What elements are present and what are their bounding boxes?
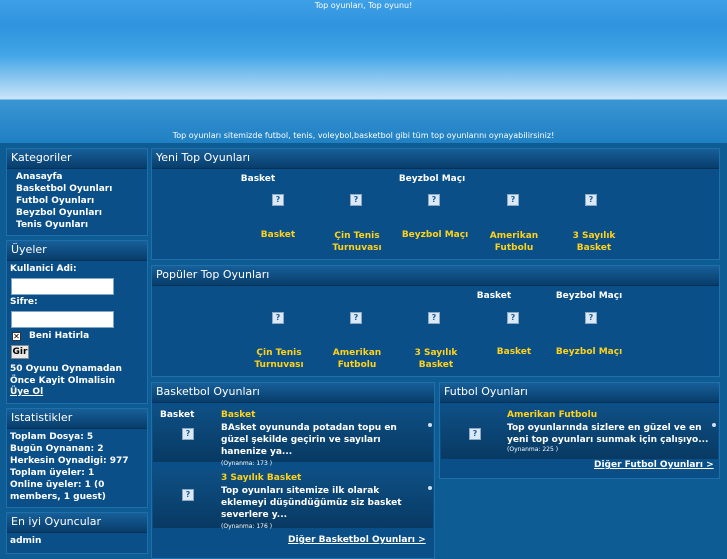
popular-game-top-label: Basket bbox=[476, 291, 512, 301]
username-input[interactable] bbox=[11, 278, 114, 295]
popular-game-top-label: Beyzbol Maçı bbox=[555, 291, 623, 301]
category-link-baseball[interactable]: Beyzbol Oyunları bbox=[16, 208, 102, 218]
game-description: Top oyunlarında sizlere en güzel ve en y… bbox=[507, 423, 709, 445]
categories-panel: Kategoriler Anasayfa Basketbol Oyunları … bbox=[6, 148, 148, 236]
basketball-games-panel: Basketbol Oyunları Basket ? Basket BAske… bbox=[151, 382, 435, 559]
category-link-football[interactable]: Futbol Oyunları bbox=[16, 196, 94, 206]
best-players-panel: En iyi Oyuncular admin bbox=[6, 512, 148, 554]
category-link-tennis[interactable]: Tenis Oyunları bbox=[16, 220, 88, 230]
new-game-top-label: Basket bbox=[240, 174, 276, 184]
remember-label: Beni Hatirla bbox=[29, 331, 90, 341]
new-game-link[interactable]: 3 Sayılık Basket bbox=[562, 230, 626, 254]
login-button[interactable]: Gir bbox=[11, 345, 29, 359]
password-input[interactable] bbox=[11, 311, 114, 328]
list-marker-icon bbox=[712, 423, 716, 427]
category-link-home[interactable]: Anasayfa bbox=[16, 172, 62, 182]
register-notice: 50 Oyunu Oynamadan Önce Kayit Olmalisin bbox=[10, 364, 122, 386]
play-count: (Oynanma: 176 ) bbox=[221, 523, 273, 530]
password-label: Sifre: bbox=[10, 297, 38, 307]
stat-total-members: Toplam üyeler: 1 bbox=[10, 468, 95, 478]
new-games-title: Yeni Top Oyunları bbox=[152, 149, 719, 169]
popular-game-link[interactable]: 3 Sayılık Basket bbox=[404, 347, 468, 371]
game-thumbnail-icon[interactable]: ? bbox=[272, 312, 284, 324]
game-title-link[interactable]: 3 Sayılık Basket bbox=[221, 473, 301, 483]
game-description: Top oyunları sitemize ilk olarak eklemey… bbox=[221, 486, 402, 520]
stats-panel: Istatistikler Toplam Dosya: 5 Bugün Oyna… bbox=[6, 408, 148, 508]
football-games-panel: Futbol Oyunları ? Amerikan Futbolu Top o… bbox=[439, 382, 720, 479]
popular-games-panel: Popüler Top Oyunları Basket Beyzbol Maçı… bbox=[151, 265, 720, 377]
play-count: (Oynanma: 225 ) bbox=[507, 446, 559, 453]
game-thumbnail-icon[interactable]: ? bbox=[272, 194, 284, 206]
stats-title: Istatistikler bbox=[7, 409, 147, 429]
popular-games-title: Popüler Top Oyunları bbox=[152, 266, 719, 286]
members-panel: Üyeler Kullanici Adi: Sifre: ✕ Beni Hati… bbox=[6, 240, 148, 404]
game-thumbnail-icon[interactable]: ? bbox=[428, 312, 440, 324]
game-description: BAsket oyununda potadan topu en güzel şe… bbox=[221, 423, 397, 457]
new-game-link[interactable]: Beyzbol Maçı bbox=[395, 230, 475, 240]
popular-game-link[interactable]: Amerikan Futbolu bbox=[325, 347, 389, 371]
more-football-link[interactable]: Diğer Futbol Oyunları > bbox=[594, 460, 714, 470]
stat-online-members: Online üyeler: 1 (0 bbox=[10, 480, 105, 490]
game-thumbnail-icon[interactable]: ? bbox=[350, 194, 362, 206]
game-thumbnail-icon[interactable]: ? bbox=[182, 489, 194, 501]
game-thumbnail-icon[interactable]: ? bbox=[585, 194, 597, 206]
game-title-link[interactable]: Basket bbox=[221, 410, 255, 420]
game-title-link[interactable]: Amerikan Futbolu bbox=[507, 410, 597, 420]
new-game-link[interactable]: Basket bbox=[238, 230, 318, 240]
members-title: Üyeler bbox=[7, 241, 147, 261]
new-games-panel: Yeni Top Oyunları Basket Beyzbol Maçı ? … bbox=[151, 148, 720, 260]
new-game-link[interactable]: Çin Tenis Turnuvası bbox=[321, 230, 393, 254]
popular-game-link[interactable]: Beyzbol Maçı bbox=[549, 347, 629, 357]
game-thumbnail-icon[interactable]: ? bbox=[507, 194, 519, 206]
football-title: Futbol Oyunları bbox=[440, 383, 719, 403]
basketball-title: Basketbol Oyunları bbox=[152, 383, 434, 403]
new-game-top-label: Beyzbol Maçı bbox=[398, 174, 466, 184]
stat-online-detail: members, 1 guest) bbox=[10, 492, 106, 502]
game-thumbnail-icon[interactable]: ? bbox=[350, 312, 362, 324]
new-game-link[interactable]: Amerikan Futbolu bbox=[482, 230, 546, 254]
popular-game-link[interactable]: Çin Tenis Turnuvası bbox=[243, 347, 315, 371]
remember-checkbox[interactable]: ✕ bbox=[12, 332, 21, 341]
category-link-basketball[interactable]: Basketbol Oyunları bbox=[16, 184, 112, 194]
site-header: Top oyunları, Top oyunu! Top oyunları si… bbox=[0, 0, 727, 143]
stat-total-plays: Herkesin Oynadigi: 977 bbox=[10, 456, 129, 466]
game-thumbnail-icon[interactable]: ? bbox=[469, 428, 481, 440]
categories-title: Kategoriler bbox=[7, 149, 147, 169]
game-thumbnail-icon[interactable]: ? bbox=[182, 428, 194, 440]
register-link[interactable]: Üye Ol bbox=[10, 387, 43, 397]
play-count: (Oynanma: 173 ) bbox=[221, 460, 273, 467]
site-title: Top oyunları, Top oyunu! bbox=[314, 1, 413, 10]
stat-played-today: Bugün Oynanan: 2 bbox=[10, 444, 104, 454]
game-thumbnail-icon[interactable]: ? bbox=[428, 194, 440, 206]
stat-total-files: Toplam Dosya: 5 bbox=[10, 432, 94, 442]
game-thumbnail-icon[interactable]: ? bbox=[585, 312, 597, 324]
popular-game-link[interactable]: Basket bbox=[474, 347, 554, 357]
site-subtitle: Top oyunları sitemizde futbol, tenis, vo… bbox=[172, 131, 555, 140]
username-label: Kullanici Adi: bbox=[10, 264, 77, 274]
list-marker-icon bbox=[428, 486, 432, 490]
more-basketball-link[interactable]: Diğer Basketbol Oyunları > bbox=[288, 535, 426, 545]
basketball-thumb-label: Basket bbox=[160, 410, 195, 420]
game-thumbnail-icon[interactable]: ? bbox=[507, 312, 519, 324]
list-marker-icon bbox=[428, 423, 432, 427]
best-players-title: En iyi Oyuncular bbox=[7, 513, 147, 533]
